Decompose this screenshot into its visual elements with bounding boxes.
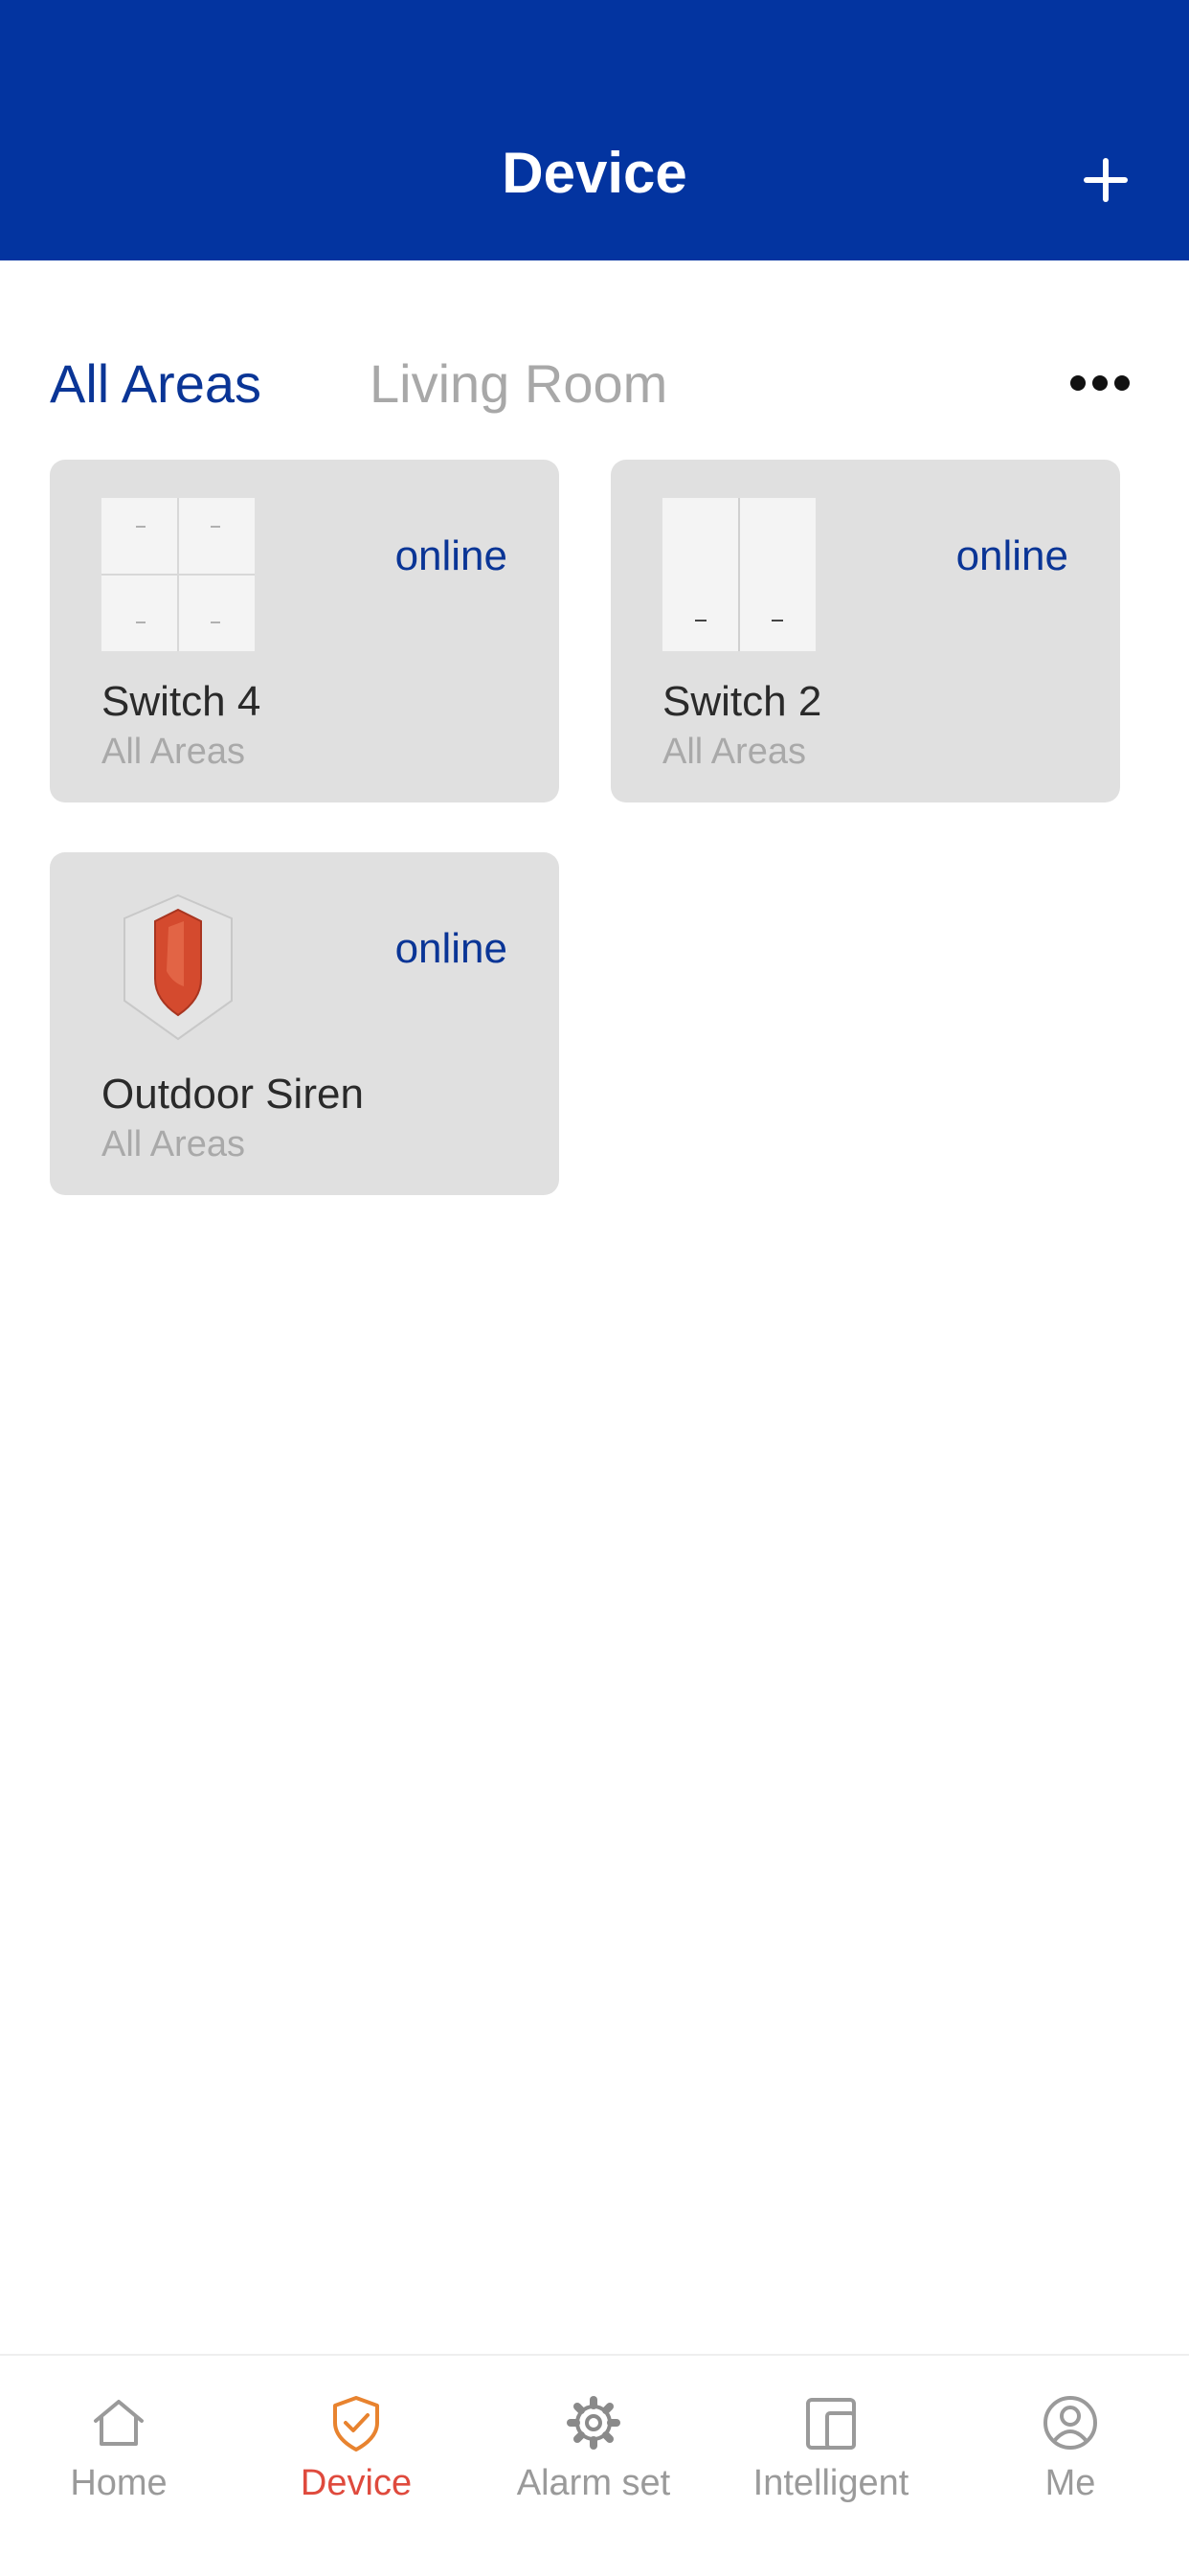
device-name: Outdoor Siren: [101, 1071, 364, 1118]
nav-home[interactable]: Home: [0, 2394, 237, 2538]
status-online: online: [394, 925, 507, 972]
device-name: Switch 4: [101, 678, 261, 725]
nav-me[interactable]: Me: [952, 2394, 1189, 2538]
status-online: online: [394, 532, 507, 579]
nav-label: Me: [1044, 2463, 1096, 2503]
nav-label: Intelligent: [752, 2463, 909, 2503]
siren-shield-icon: [123, 893, 233, 1041]
nav-device[interactable]: Device: [237, 2394, 475, 2538]
more-horizontal-icon: [1070, 375, 1086, 391]
nav-intelligent[interactable]: Intelligent: [712, 2394, 950, 2538]
device-area: All Areas: [662, 732, 806, 772]
switch-2-gang-icon: [662, 498, 816, 651]
nav-label: Device: [300, 2463, 413, 2503]
device-card-switch-4[interactable]: online Switch 4 All Areas: [50, 460, 559, 802]
nav-label: Home: [70, 2463, 168, 2503]
device-area: All Areas: [101, 1124, 245, 1164]
nav-alarm-set[interactable]: Alarm set: [475, 2394, 712, 2538]
tab-living-room[interactable]: Living Room: [370, 352, 667, 415]
user-icon: [1043, 2396, 1097, 2450]
switch-4-gang-icon: [101, 498, 255, 651]
device-card-switch-2[interactable]: online Switch 2 All Areas: [611, 460, 1120, 802]
status-online: online: [955, 532, 1068, 579]
more-dot: [1092, 375, 1108, 391]
home-icon: [94, 2400, 144, 2446]
add-device-button[interactable]: [1084, 148, 1147, 212]
more-options-button[interactable]: [1070, 375, 1130, 396]
more-dot: [1114, 375, 1130, 391]
gear-icon: [567, 2396, 620, 2450]
bottom-nav: Home Device Alarm set Intelligent Me: [0, 2354, 1189, 2576]
device-name: Switch 2: [662, 678, 822, 725]
devices-icon: [806, 2398, 856, 2450]
nav-label: Alarm set: [516, 2463, 671, 2503]
device-area: All Areas: [101, 732, 245, 772]
device-card-outdoor-siren[interactable]: online Outdoor Siren All Areas: [50, 852, 559, 1195]
tab-all-areas[interactable]: All Areas: [50, 352, 261, 415]
page-title: Device: [502, 141, 687, 205]
top-app-bar: Device: [0, 0, 1189, 260]
shield-check-icon: [333, 2396, 379, 2452]
